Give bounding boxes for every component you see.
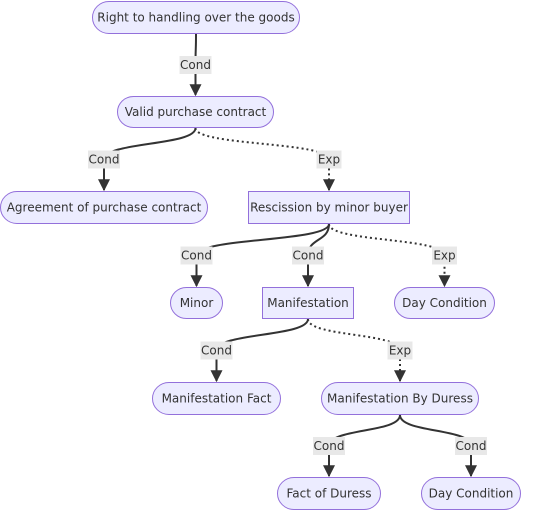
edge-label: Cond (180, 58, 211, 72)
node-label: Day Condition (402, 296, 487, 310)
node-n2[interactable]: Valid purchase contract (117, 96, 274, 128)
node-n3[interactable]: Agreement of purchase contract (0, 191, 208, 224)
node-n5[interactable]: Minor (170, 287, 223, 319)
edge-label: Exp (389, 344, 411, 358)
node-n8[interactable]: Manifestation Fact (152, 382, 281, 415)
node-n11[interactable]: Day Condition (421, 477, 521, 510)
edge-label: Exp (318, 153, 340, 167)
node-n6[interactable]: Manifestation (262, 287, 354, 319)
node-n1[interactable]: Right to handling over the goods (92, 1, 300, 34)
edge-label: Cond (293, 249, 324, 263)
edge-label: Cond (201, 344, 232, 358)
edge-n4-n7 (328, 223, 451, 288)
edge-label: Cond (456, 439, 487, 453)
edge-label: Cond (89, 153, 120, 167)
node-n9[interactable]: Manifestation By Duress (321, 382, 479, 415)
node-label: Manifestation (267, 296, 349, 310)
node-label: Day Condition (429, 487, 514, 501)
node-label: Manifestation By Duress (327, 392, 473, 406)
edge-label: Cond (314, 439, 345, 453)
flowchart: Cond Cond Exp Cond Cond Exp Cond Exp Cond Cond Ri… (0, 1, 521, 510)
node-label: Rescission by minor buyer (250, 201, 408, 215)
node-label: Valid purchase contract (125, 105, 267, 119)
node-label: Minor (180, 296, 214, 310)
edge-label: Cond (181, 249, 212, 263)
edge-label: Exp (433, 249, 455, 263)
node-n7[interactable]: Day Condition (394, 287, 495, 319)
node-label: Agreement of purchase contract (7, 201, 202, 215)
node-label: Right to handling over the goods (97, 11, 294, 25)
node-label: Fact of Duress (286, 487, 371, 501)
edge-n2-n4 (194, 127, 335, 192)
node-label: Manifestation Fact (162, 392, 272, 406)
node-n10[interactable]: Fact of Duress (277, 477, 381, 510)
edge-n6-n9 (307, 318, 406, 383)
node-n4[interactable]: Rescission by minor buyer (248, 191, 410, 224)
